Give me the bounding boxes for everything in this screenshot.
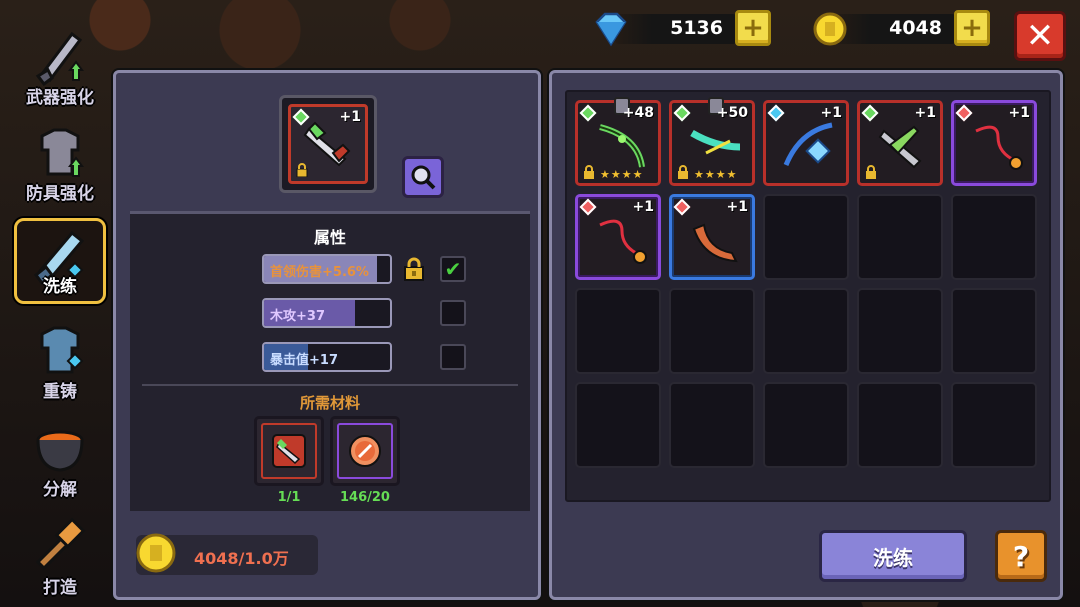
coin-bar: 4048 (834, 14, 956, 44)
divider (142, 384, 518, 386)
attributes-title: 属性 (313, 228, 346, 247)
reforge-armor-icon (40, 326, 84, 374)
nav-item-reforge[interactable]: 重铸 (14, 314, 106, 406)
refine-stone-icon (349, 435, 381, 467)
empty-slot[interactable] (669, 288, 755, 374)
empty-slot[interactable] (669, 382, 755, 468)
nav-item-armor-upgrade[interactable]: 防具强化 (14, 116, 106, 208)
sword-upgrade-icon (35, 31, 84, 86)
empty-slot[interactable] (857, 288, 943, 374)
lock-icon (296, 163, 308, 177)
material-count: 146/20 (340, 490, 390, 505)
nav-label: 武器强化 (26, 88, 94, 108)
inspect-button[interactable] (402, 156, 444, 198)
coin-value: 4048 (889, 17, 942, 39)
add-coins-button[interactable]: + (954, 10, 990, 46)
empty-slot[interactable] (857, 382, 943, 468)
help-button[interactable]: ? (995, 530, 1047, 582)
lock-icon (584, 165, 594, 179)
jade-blade-icon (690, 129, 741, 155)
refine-button[interactable]: 洗练 (819, 530, 967, 582)
attribute-row-boss-damage: 首领伤害+5.6% (262, 254, 392, 284)
empty-slot[interactable] (763, 288, 849, 374)
empty-slot[interactable] (575, 288, 661, 374)
material-frame (337, 423, 393, 479)
side-nav: 武器强化 防具强化 洗练 重铸 分解 打造 (0, 20, 115, 607)
cauldron-icon (36, 430, 84, 472)
refine-panel: +1 属性 首领伤害+5.6% ✔ 木攻+37 暴击值+17 所需材料 1/1 … (113, 70, 541, 600)
weapon-material-icon (272, 434, 306, 468)
whip-icon (599, 219, 647, 264)
add-gems-button[interactable]: + (735, 10, 771, 46)
material-frame (261, 423, 317, 479)
gem-value: 5136 (670, 17, 723, 39)
empty-slot[interactable] (857, 194, 943, 280)
lock-icon (866, 165, 876, 179)
diamond-icon (595, 12, 627, 47)
star-rating: ★★★★ (694, 168, 738, 181)
empty-slot[interactable] (951, 194, 1037, 280)
empty-slot[interactable] (763, 382, 849, 468)
attribute-row-crit: 暴击值+17 (262, 342, 392, 372)
inventory-slot[interactable]: +1 (669, 194, 755, 280)
cost-text: 4048/1.0万 (194, 549, 289, 568)
empty-slot[interactable] (575, 382, 661, 468)
nav-label: 分解 (43, 480, 77, 500)
nav-label: 重铸 (43, 382, 77, 402)
vine-scythe-icon (599, 124, 645, 168)
attribute-text: 木攻+37 (270, 309, 325, 324)
close-button[interactable]: ✕ (1014, 11, 1066, 61)
attribute-lock-icon[interactable] (402, 257, 426, 281)
whip-icon (975, 125, 1023, 170)
inventory-grid: +48 ★★★★ +50 ★★★★ +1 +1 +1 +1 +1 (565, 90, 1051, 502)
empty-slot[interactable] (951, 382, 1037, 468)
material-slot-weapon[interactable] (254, 416, 324, 486)
coin-counter: 4048 + (812, 10, 992, 48)
armor-upgrade-icon (40, 128, 84, 177)
inventory-slot[interactable]: +50 ★★★★ (669, 97, 755, 186)
hammer-icon (35, 517, 86, 571)
empty-slot[interactable] (763, 194, 849, 280)
coin-icon (813, 12, 847, 46)
gem-counter: 5136 + (593, 10, 773, 48)
nav-item-weapon-upgrade[interactable]: 武器强化 (14, 20, 106, 112)
nav-item-refine[interactable]: 洗练 (14, 218, 106, 304)
inventory-panel: +48 ★★★★ +50 ★★★★ +1 +1 +1 +1 +1 洗练 ? (549, 70, 1063, 600)
refine-cost: 4048/1.0万 (136, 533, 318, 575)
nav-label: 洗练 (43, 277, 77, 297)
lock-icon (678, 165, 688, 179)
nav-item-decompose[interactable]: 分解 (14, 412, 106, 504)
gem-bar: 5136 (615, 14, 737, 44)
star-rating: ★★★★ (600, 168, 644, 181)
inventory-slot[interactable]: +1 (857, 100, 943, 186)
inventory-slot[interactable]: +1 (951, 100, 1037, 186)
attribute-text: 首领伤害+5.6% (270, 265, 369, 280)
green-crossbow-icon (878, 125, 922, 169)
attribute-text: 暴击值+17 (270, 353, 338, 368)
selected-item-frame: +1 (288, 104, 368, 184)
selected-item-slot[interactable]: +1 (279, 95, 377, 193)
materials-title: 所需材料 (299, 394, 360, 412)
attribute-row-wood-attack: 木攻+37 (262, 298, 392, 328)
attribute-lock-checkbox[interactable] (440, 300, 466, 326)
nav-label: 打造 (43, 578, 77, 598)
boomerang-icon (692, 223, 738, 263)
nav-label: 防具强化 (26, 184, 94, 204)
material-slot-stone[interactable] (330, 416, 400, 486)
attributes-box: 属性 首领伤害+5.6% ✔ 木攻+37 暴击值+17 所需材料 1/1 146… (130, 211, 530, 511)
coin-icon (136, 533, 176, 573)
magnifier-icon (411, 165, 436, 190)
ice-bow-icon (783, 122, 833, 166)
empty-slot[interactable] (951, 288, 1037, 374)
inventory-slot[interactable]: +1 (575, 194, 661, 280)
attribute-lock-checkbox[interactable]: ✔ (440, 256, 466, 282)
inventory-slot[interactable]: +48 ★★★★ (575, 97, 661, 186)
attribute-lock-checkbox[interactable] (440, 344, 466, 370)
inventory-slot[interactable]: +1 (763, 100, 849, 186)
material-count: 1/1 (277, 490, 301, 505)
nav-item-forge[interactable]: 打造 (14, 510, 106, 602)
